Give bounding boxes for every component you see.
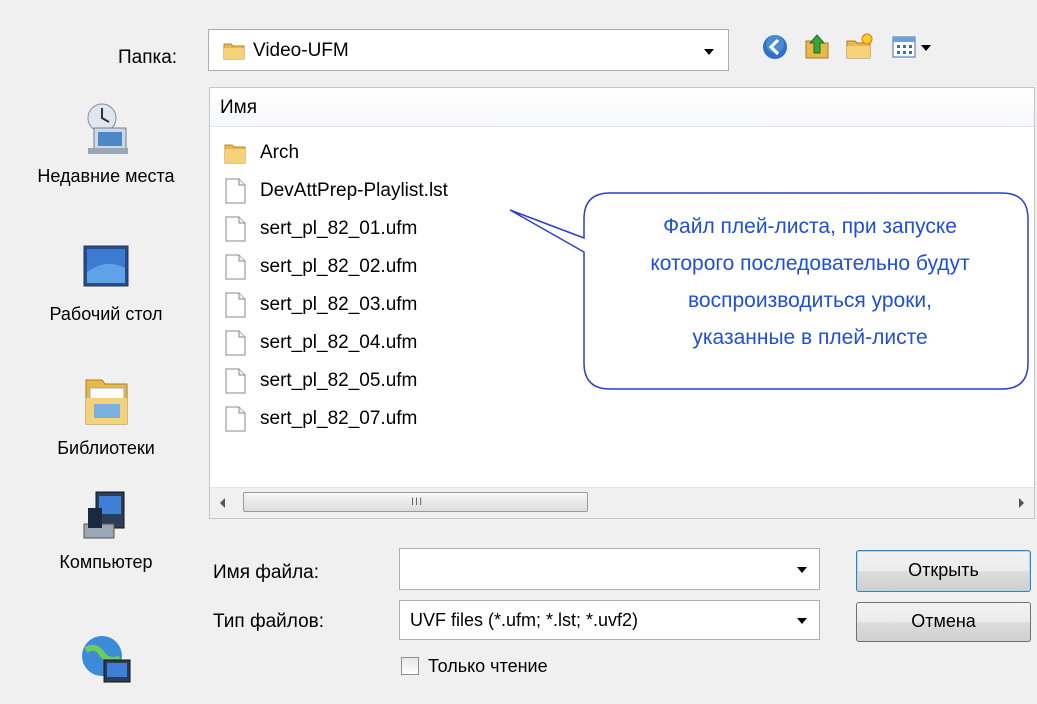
callout-line: Файл плей-листа, при запуске bbox=[663, 215, 957, 238]
filename-label: Имя файла: bbox=[213, 562, 320, 583]
filetype-select[interactable]: UVF files (*.ufm; *.lst; *.uvf2) bbox=[399, 600, 820, 640]
filetype-label: Тип файлов: bbox=[213, 611, 325, 632]
cancel-button[interactable]: Отмена bbox=[856, 602, 1031, 642]
callout-text: Файл плей-листа, при запуске которого по… bbox=[600, 208, 1020, 356]
filename-input[interactable] bbox=[399, 548, 820, 590]
chevron-down-icon[interactable] bbox=[797, 618, 807, 624]
callout-line: которого последовательно будут bbox=[650, 252, 970, 275]
readonly-label: Только чтение bbox=[428, 656, 548, 676]
callout-line: воспроизводиться уроки, bbox=[688, 289, 932, 312]
callout-line: указанные в плей-листе bbox=[692, 326, 928, 349]
readonly-checkbox[interactable] bbox=[401, 657, 419, 675]
filetype-select-value: UVF files (*.ufm; *.lst; *.uvf2) bbox=[410, 610, 639, 630]
open-button[interactable]: Открыть bbox=[856, 550, 1031, 592]
chevron-down-icon[interactable] bbox=[797, 567, 807, 573]
